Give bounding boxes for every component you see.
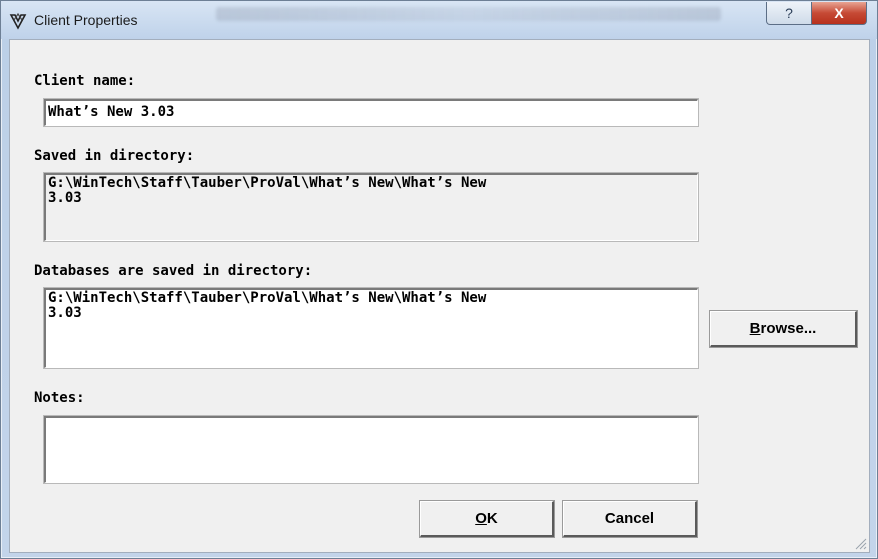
browse-label: rowse... bbox=[760, 320, 817, 337]
window-title: Client Properties bbox=[34, 12, 138, 28]
resize-grip-icon[interactable] bbox=[853, 536, 867, 550]
notes-field[interactable] bbox=[43, 415, 699, 484]
background-window-title bbox=[216, 7, 721, 21]
title-bar[interactable]: Client Properties ? X bbox=[1, 1, 877, 39]
ok-mnemonic: O bbox=[475, 510, 487, 527]
app-logo-icon bbox=[9, 12, 27, 30]
client-name-label: Client name: bbox=[34, 73, 136, 89]
db-dir-label: Databases are saved in directory: bbox=[34, 263, 313, 279]
help-icon: ? bbox=[785, 5, 793, 21]
client-name-input[interactable]: What’s New 3.03 bbox=[43, 98, 699, 127]
help-button[interactable]: ? bbox=[766, 2, 812, 25]
cancel-button[interactable]: Cancel bbox=[562, 500, 698, 538]
db-dir-field[interactable]: G:\WinTech\Staff\Tauber\ProVal\What’s Ne… bbox=[43, 287, 699, 369]
saved-dir-field[interactable]: G:\WinTech\Staff\Tauber\ProVal\What’s Ne… bbox=[43, 172, 699, 242]
saved-dir-label: Saved in directory: bbox=[34, 148, 195, 164]
ok-button[interactable]: OK bbox=[419, 500, 555, 538]
cancel-label: Cancel bbox=[604, 510, 655, 527]
client-properties-dialog: Client Properties ? X Client name: What’… bbox=[0, 0, 878, 559]
browse-mnemonic: B bbox=[749, 320, 761, 337]
browse-button[interactable]: Browse... bbox=[709, 310, 858, 348]
dialog-body: Client name: What’s New 3.03 Saved in di… bbox=[9, 39, 870, 553]
close-icon: X bbox=[834, 5, 844, 21]
close-button[interactable]: X bbox=[811, 2, 867, 25]
notes-label: Notes: bbox=[34, 390, 85, 406]
ok-label: K bbox=[486, 510, 498, 527]
